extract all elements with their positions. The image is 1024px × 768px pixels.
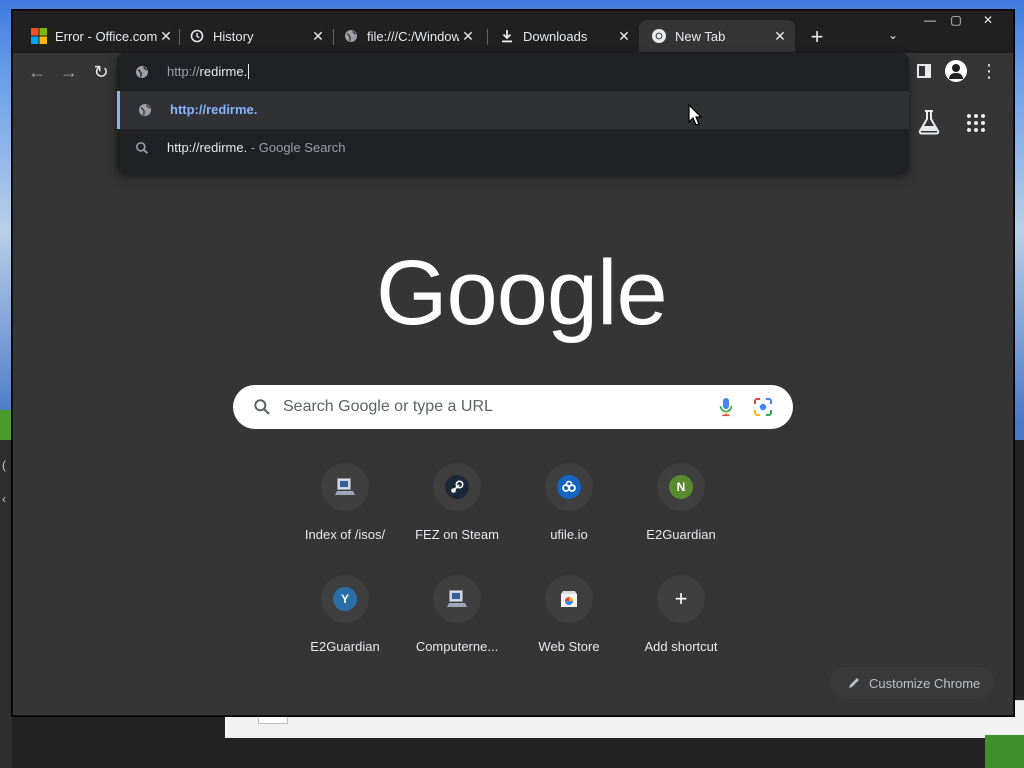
tab-title: Downloads	[523, 28, 588, 44]
chrome-icon	[651, 28, 667, 44]
tab-close-button[interactable]: ✕	[459, 28, 477, 45]
reload-button[interactable]: ↻	[89, 61, 113, 85]
tab-strip: Error - Office.com ✕ History ✕ file:///C…	[13, 11, 1013, 53]
tab-close-button[interactable]: ✕	[771, 28, 789, 45]
computer-icon	[333, 475, 357, 499]
shortcut-icon-circle	[433, 463, 481, 511]
shortcut-icon-circle: N	[657, 463, 705, 511]
voice-search-microphone-icon[interactable]	[719, 397, 733, 417]
maximize-button[interactable]: ▢	[943, 11, 969, 31]
shortcut-tile[interactable]: Computerne...	[401, 575, 513, 687]
background-green-block	[985, 735, 1024, 768]
tab-close-button[interactable]: ✕	[615, 28, 633, 45]
shortcut-icon-circle: Y	[321, 575, 369, 623]
tab-separator	[333, 29, 334, 45]
chrome-labs-flask-icon[interactable]	[917, 109, 941, 135]
tab-new-tab[interactable]: New Tab ✕	[639, 20, 795, 52]
search-icon	[135, 141, 149, 155]
background-arrow-icon: ‹	[2, 492, 6, 506]
tab-downloads[interactable]: Downloads ✕	[499, 20, 633, 52]
steam-icon	[445, 475, 469, 499]
mouse-pointer-icon	[688, 103, 703, 126]
search-icon	[253, 398, 271, 416]
customize-chrome-label: Customize Chrome	[869, 675, 981, 691]
tab-title: Error - Office.com	[55, 28, 157, 44]
google-apps-grid-icon[interactable]	[967, 114, 985, 132]
shortcut-label: Web Store	[538, 639, 600, 654]
suggestion-text: http://redirme. - Google Search	[167, 140, 345, 155]
letter-n-icon: N	[669, 475, 693, 499]
back-button[interactable]: ←	[25, 61, 49, 85]
ntp-search-input[interactable]	[283, 395, 683, 419]
omnibox-input[interactable]: http://redirme.	[117, 53, 909, 91]
globe-icon	[138, 103, 152, 117]
tab-title: New Tab	[675, 28, 726, 44]
ufile-icon	[557, 475, 581, 499]
ntp-search-box[interactable]	[233, 385, 793, 429]
tab-error-office[interactable]: Error - Office.com ✕	[31, 20, 175, 52]
suggestion-text: http://redirme.	[170, 102, 258, 117]
shortcut-tile[interactable]: ufile.io	[513, 463, 625, 575]
profile-avatar-icon[interactable]	[945, 60, 967, 82]
tab-separator	[179, 29, 180, 45]
globe-icon	[135, 65, 149, 79]
tab-title: file:///C:/Windows/	[367, 28, 459, 44]
shortcut-tile[interactable]: Index of /isos/	[289, 463, 401, 575]
text-caret	[248, 64, 250, 79]
omnibox-suggestion-url[interactable]: http://redirme.	[117, 91, 909, 129]
history-icon	[189, 28, 205, 44]
tab-separator	[487, 29, 488, 45]
shortcut-label: E2Guardian	[646, 527, 716, 542]
shortcut-label: ufile.io	[550, 527, 588, 542]
browser-window: Error - Office.com ✕ History ✕ file:///C…	[12, 10, 1014, 716]
suggestion-main: http://redirme.	[167, 140, 248, 155]
shortcut-label: Computerne...	[415, 639, 499, 654]
shortcut-tile[interactable]: Web Store	[513, 575, 625, 687]
pencil-icon	[847, 676, 861, 690]
close-window-button[interactable]: ✕	[975, 11, 1001, 31]
minimize-button[interactable]: —	[917, 11, 943, 31]
forward-button[interactable]: →	[57, 61, 81, 85]
background-window-edge: ( ‹	[0, 440, 12, 768]
microsoft-logo-icon	[31, 28, 47, 44]
omnibox-text[interactable]: http://redirme.	[167, 64, 250, 79]
tab-search-chevron-down-icon[interactable]: ⌄	[883, 28, 903, 48]
add-shortcut-tile[interactable]: + Add shortcut	[625, 575, 737, 687]
shortcut-label: Index of /isos/	[304, 527, 386, 542]
globe-icon	[343, 28, 359, 44]
shortcut-tile[interactable]: FEZ on Steam	[401, 463, 513, 575]
google-logo: Google	[376, 242, 668, 344]
shortcut-icon-circle	[545, 463, 593, 511]
suggestion-suffix: - Google Search	[247, 140, 346, 155]
computer-icon	[445, 587, 469, 611]
tab-close-button[interactable]: ✕	[157, 28, 175, 45]
chrome-menu-icon[interactable]: ⋮	[979, 62, 999, 82]
omnibox-dropdown: http://redirme. http://redirme. http://r…	[117, 53, 909, 173]
omnibox-suggestion-search[interactable]: http://redirme. - Google Search	[117, 129, 909, 167]
google-lens-camera-icon[interactable]	[753, 397, 773, 417]
shortcut-icon-circle	[545, 575, 593, 623]
tab-close-button[interactable]: ✕	[309, 28, 327, 45]
shortcut-label: E2Guardian	[310, 639, 380, 654]
shortcut-label: FEZ on Steam	[415, 527, 499, 542]
side-panel-icon[interactable]	[917, 64, 931, 78]
webstore-icon	[557, 587, 581, 611]
letter-y-icon: Y	[333, 587, 357, 611]
omnibox-host: redirme.	[199, 64, 248, 79]
shortcut-label: Add shortcut	[644, 639, 718, 654]
plus-icon: +	[674, 586, 688, 611]
shortcut-tile[interactable]: Y E2Guardian	[289, 575, 401, 687]
shortcut-tile[interactable]: N E2Guardian	[625, 463, 737, 575]
shortcut-icon-circle	[321, 463, 369, 511]
tab-history[interactable]: History ✕	[189, 20, 327, 52]
download-icon	[499, 28, 515, 44]
tab-file-windows[interactable]: file:///C:/Windows/ ✕	[343, 20, 477, 52]
omnibox-scheme: http://	[167, 64, 200, 79]
shortcut-icon-circle: +	[657, 575, 705, 623]
customize-chrome-button[interactable]: Customize Chrome	[829, 667, 995, 699]
background-text: (	[2, 458, 6, 472]
new-tab-button[interactable]: +	[805, 26, 829, 50]
shortcut-icon-circle	[433, 575, 481, 623]
tab-title: History	[213, 28, 254, 44]
